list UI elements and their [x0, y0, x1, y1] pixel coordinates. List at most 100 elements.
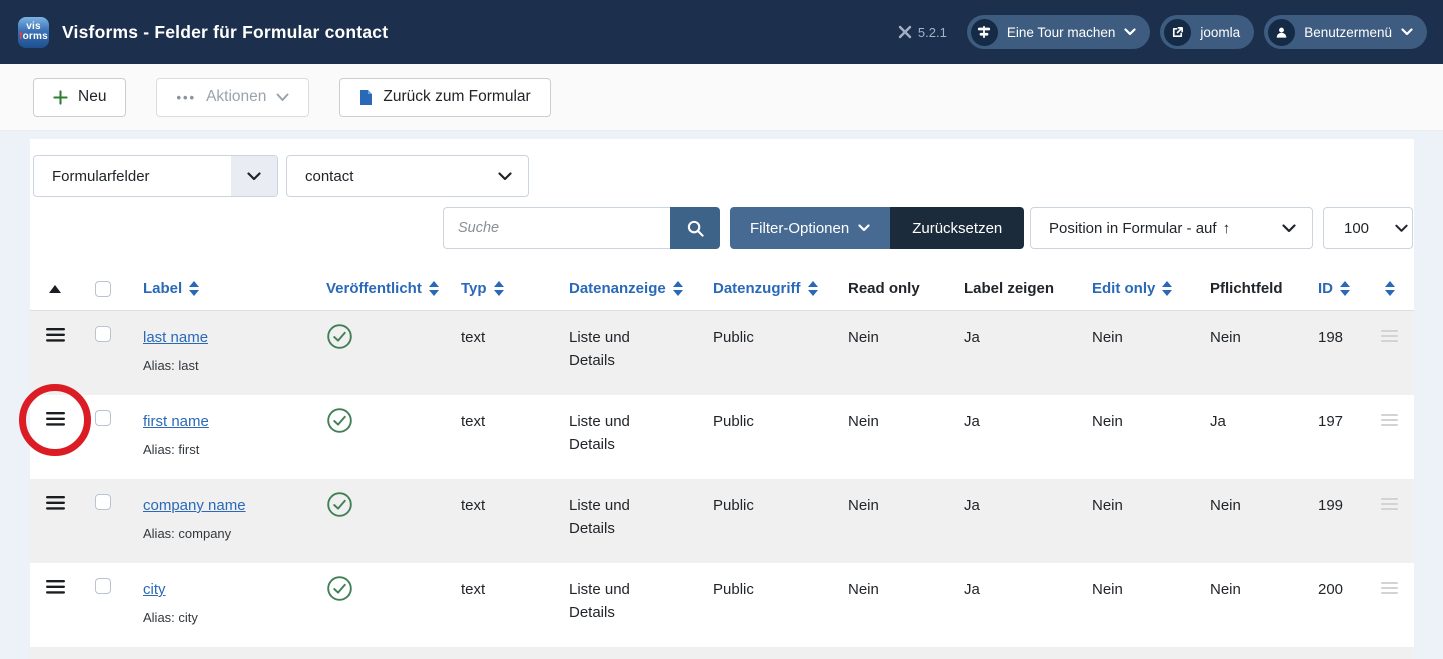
sort-link-ordering[interactable] — [1384, 281, 1395, 296]
sort-arrows-icon — [1384, 281, 1395, 296]
ellipsis-icon: ••• — [176, 89, 197, 105]
sort-order-select[interactable]: Position in Formular - auf ↑ — [1030, 207, 1313, 249]
drag-handle-faint-icon[interactable] — [1381, 410, 1398, 479]
published-check-icon[interactable] — [326, 575, 353, 609]
search-button[interactable] — [670, 207, 720, 249]
reset-filters-button[interactable]: Zurücksetzen — [890, 207, 1025, 249]
field-read-only: Nein — [848, 581, 879, 598]
column-header-ordering — [30, 284, 80, 293]
field-type: text — [461, 497, 486, 514]
site-preview-button[interactable]: joomla — [1160, 15, 1255, 49]
joomla-version: 5.2.1 — [898, 25, 947, 40]
sort-link-edit-only[interactable]: Edit only — [1092, 280, 1173, 297]
drag-handle-faint-icon[interactable] — [1381, 494, 1398, 563]
external-link-icon — [1164, 18, 1192, 46]
drag-handle-icon[interactable] — [45, 410, 65, 479]
chevron-down-icon — [1383, 208, 1419, 248]
field-type: text — [461, 581, 486, 598]
field-label-link[interactable]: company name — [143, 497, 246, 514]
published-check-icon[interactable] — [326, 491, 353, 525]
field-access: Public — [713, 581, 754, 598]
tour-button-label: Eine Tour machen — [1006, 24, 1116, 40]
row-checkbox[interactable] — [95, 410, 111, 426]
chevron-down-icon — [231, 156, 277, 196]
ordering-sort-icon[interactable] — [49, 284, 61, 293]
field-required: Nein — [1210, 329, 1241, 346]
plus-icon — [53, 89, 68, 105]
reset-button-label: Zurücksetzen — [912, 219, 1003, 237]
published-check-icon[interactable] — [326, 407, 353, 441]
column-header-datenzugriff: Datenzugriff — [698, 280, 833, 297]
main-content: Formularfelder contact Filter-Optionen — [0, 131, 1443, 659]
field-alias: Alias: city — [143, 610, 198, 626]
chevron-down-icon — [858, 224, 870, 232]
version-number: 5.2.1 — [917, 24, 947, 40]
field-edit-only: Nein — [1092, 329, 1123, 346]
column-header-label: Label — [128, 280, 311, 297]
field-access: Public — [713, 329, 754, 346]
sort-link-typ[interactable]: Typ — [461, 280, 504, 297]
field-label-link[interactable]: last name — [143, 329, 208, 346]
row-checkbox[interactable] — [95, 578, 111, 594]
drag-handle-faint-icon[interactable] — [1381, 578, 1398, 647]
user-menu-button[interactable]: Benutzermenü — [1264, 15, 1427, 49]
user-button-label: Benutzermenü — [1304, 24, 1392, 40]
published-check-icon[interactable] — [326, 323, 353, 357]
actions-button[interactable]: ••• Aktionen — [156, 77, 310, 117]
field-type: text — [461, 413, 486, 430]
drag-handle-cell — [30, 563, 80, 647]
row-checkbox[interactable] — [95, 494, 111, 510]
table-body: last name Alias: last text Liste und Det… — [30, 311, 1414, 647]
column-header-label-zeigen: Label zeigen — [964, 280, 1055, 297]
sort-ascending-arrow-icon: ↑ — [1222, 219, 1231, 237]
tour-button[interactable]: Eine Tour machen — [966, 15, 1151, 49]
sort-arrows-icon — [672, 281, 683, 296]
select-all-checkbox[interactable] — [95, 280, 111, 297]
sort-arrows-icon — [1162, 281, 1173, 296]
drag-handle-icon[interactable] — [45, 578, 65, 647]
drag-handle-cell — [30, 395, 80, 479]
sort-link-datenzugriff[interactable]: Datenzugriff — [713, 280, 818, 297]
field-edit-only: Nein — [1092, 497, 1123, 514]
drag-handle-icon[interactable] — [45, 326, 65, 395]
row-checkbox[interactable] — [95, 326, 111, 342]
filter-options-label: Filter-Optionen — [750, 219, 850, 237]
page-size-select[interactable]: 100 — [1323, 207, 1413, 249]
content-panel: Formularfelder contact Filter-Optionen — [30, 139, 1414, 659]
field-display: Liste und Details — [569, 497, 630, 538]
search-icon — [687, 220, 704, 237]
page-size-value: 100 — [1344, 219, 1370, 237]
sort-link-datenanzeige[interactable]: Datenanzeige — [569, 280, 683, 297]
back-button-label: Zurück zum Formular — [383, 88, 531, 105]
field-required: Ja — [1210, 413, 1226, 430]
sort-link-id[interactable]: ID — [1318, 280, 1350, 297]
sort-arrows-icon — [428, 281, 439, 296]
new-button[interactable]: Neu — [33, 77, 127, 117]
search-row: Filter-Optionen Zurücksetzen Position in… — [30, 207, 1414, 249]
field-read-only: Nein — [848, 413, 879, 430]
column-header-edit-only: Edit only — [1077, 280, 1195, 297]
search-input[interactable] — [443, 207, 670, 249]
field-label-link[interactable]: city — [143, 581, 166, 598]
column-header-id: ID — [1303, 280, 1365, 297]
sort-link-label[interactable]: Label — [143, 280, 200, 297]
filter-options-button[interactable]: Filter-Optionen — [730, 207, 891, 249]
field-edit-only: Nein — [1092, 413, 1123, 430]
field-read-only: Nein — [848, 329, 879, 346]
page-title: Visforms - Felder für Formular contact — [62, 21, 389, 42]
actions-button-label: Aktionen — [206, 88, 267, 105]
drag-handle-faint-icon[interactable] — [1381, 326, 1398, 395]
field-alias: Alias: company — [143, 526, 232, 542]
field-id: 198 — [1318, 329, 1344, 346]
chevron-down-icon — [1401, 28, 1413, 36]
view-select[interactable]: Formularfelder — [33, 155, 278, 197]
sort-link-ver-ffentlicht[interactable]: Veröffentlicht — [326, 280, 439, 297]
field-label-link[interactable]: first name — [143, 413, 209, 430]
form-select-value: contact — [305, 167, 354, 185]
column-header-ver-ffentlicht: Veröffentlicht — [311, 280, 446, 297]
joomla-logo-icon — [898, 25, 912, 39]
column-header-typ: Typ — [446, 280, 554, 297]
back-to-form-button[interactable]: Zurück zum Formular — [339, 77, 551, 117]
form-select[interactable]: contact — [286, 155, 529, 197]
drag-handle-icon[interactable] — [45, 494, 65, 563]
